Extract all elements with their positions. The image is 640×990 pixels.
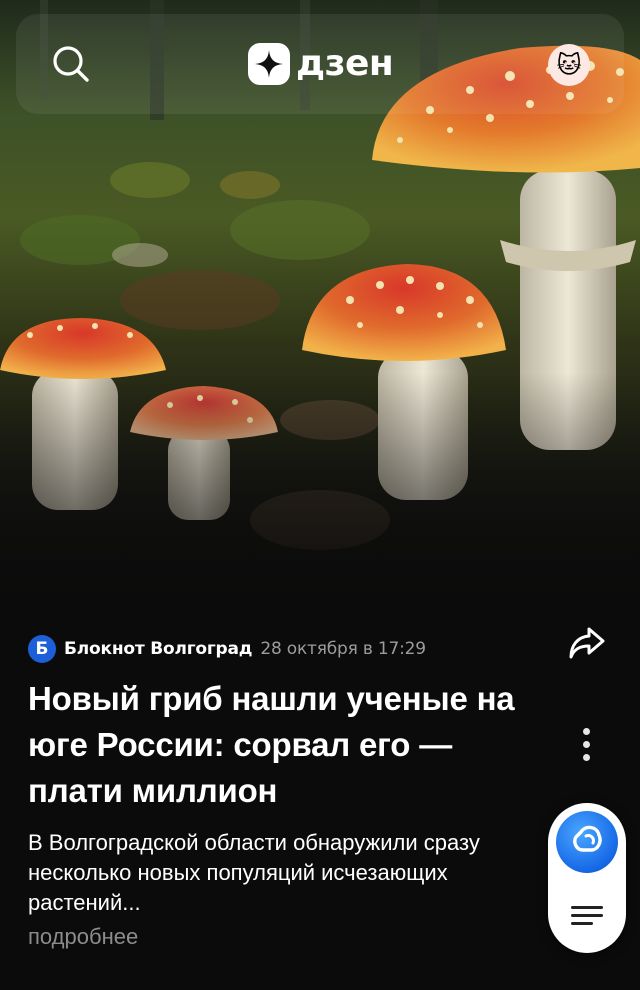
alice-assistant-icon: [573, 825, 602, 852]
floating-action-pill: [548, 803, 626, 953]
article-source-row: Б Блокнот Волгоград 28 октября в 17:29: [28, 634, 426, 664]
article-card-page: дзен 🐱 Б Блокнот Волгоград 28 октября в …: [0, 0, 640, 990]
hamburger-menu-icon: [571, 906, 603, 925]
source-name[interactable]: Блокнот Волгоград: [64, 639, 253, 659]
vertical-dots-icon: [582, 725, 590, 764]
dzen-star-icon: [248, 43, 290, 85]
article-description[interactable]: В Волгоградской области обнаружили сразу…: [28, 828, 518, 918]
source-logo[interactable]: Б: [28, 635, 56, 663]
share-arrow-icon: [569, 627, 605, 659]
logo-text: дзен: [296, 43, 394, 84]
search-icon: [53, 46, 89, 82]
read-more-link[interactable]: подробнее: [28, 922, 138, 952]
menu-button[interactable]: [565, 893, 609, 937]
user-avatar[interactable]: 🐱: [548, 44, 590, 86]
more-options-button[interactable]: [568, 722, 604, 766]
publish-date: 28 октября в 17:29: [260, 639, 426, 659]
cat-emoji-avatar: 🐱: [556, 51, 582, 79]
article-title[interactable]: Новый гриб нашли ученые на юге России: с…: [28, 676, 548, 814]
share-button[interactable]: [566, 622, 608, 664]
dzen-logo[interactable]: дзен: [248, 42, 394, 86]
search-button[interactable]: [36, 24, 106, 104]
alice-assistant-button[interactable]: [556, 811, 618, 873]
